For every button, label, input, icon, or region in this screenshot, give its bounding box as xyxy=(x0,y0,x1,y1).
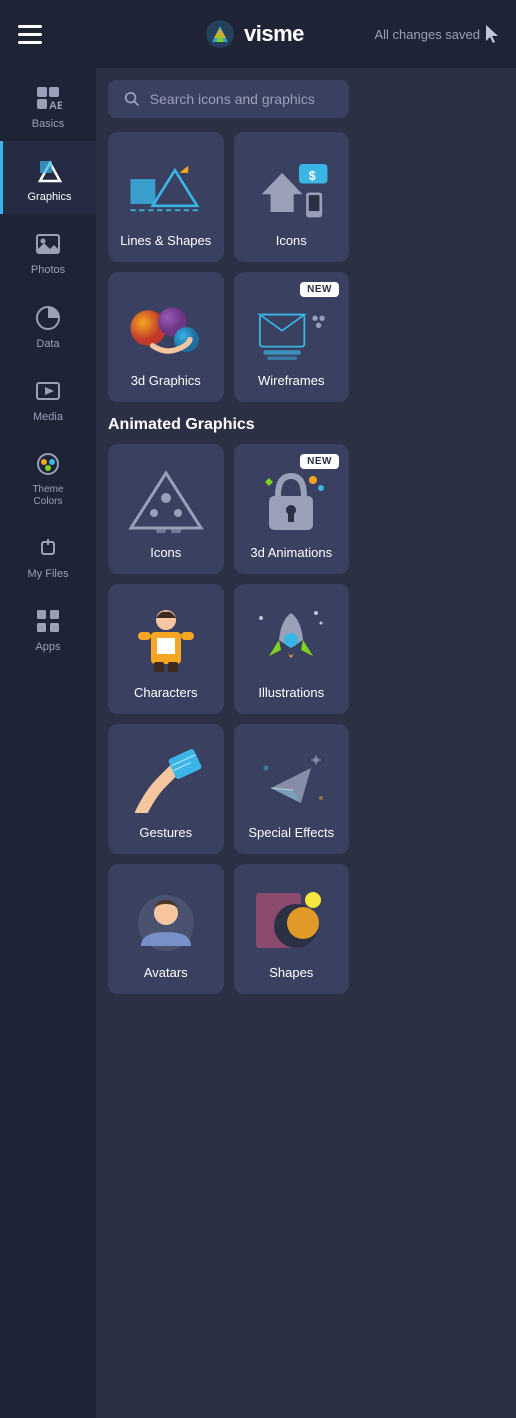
search-icon xyxy=(124,90,140,108)
lines-shapes-image xyxy=(126,153,206,223)
animated-icons-label: Icons xyxy=(150,545,181,560)
animated-icons-image xyxy=(126,465,206,535)
sidebar-item-media-label: Media xyxy=(33,411,63,424)
brand-name: visme xyxy=(244,21,304,47)
logo-bird-icon xyxy=(204,18,236,50)
sidebar-item-data[interactable]: Data xyxy=(0,288,96,361)
animated-icons-card[interactable]: Icons xyxy=(108,444,224,574)
icons-label: Icons xyxy=(276,233,307,248)
icons-card[interactable]: $ Icons xyxy=(234,132,350,262)
shapes-image xyxy=(251,885,331,955)
animated-graphics-title: Animated Graphics xyxy=(108,416,349,434)
content-wrapper: ABC Basics Graphics Photos xyxy=(0,68,361,1418)
sidebar-item-apps[interactable]: Apps xyxy=(0,591,96,664)
3d-animations-badge: NEW xyxy=(300,454,339,469)
cursor-icon xyxy=(486,25,500,43)
sidebar-item-photos-label: Photos xyxy=(31,264,65,277)
animated-graphics-grid: Icons NEW xyxy=(108,444,349,994)
3d-animations-card[interactable]: NEW 3d Animations xyxy=(234,444,350,574)
header: visme All changes saved xyxy=(0,0,516,68)
avatars-label: Avatars xyxy=(144,965,188,980)
brand-logo: visme xyxy=(192,18,304,50)
wireframes-card[interactable]: NEW Wireframes xyxy=(234,272,350,402)
3d-animations-label: 3d Animations xyxy=(250,545,332,560)
svg-text:ABC: ABC xyxy=(49,100,62,112)
3d-animations-image xyxy=(251,465,331,535)
media-icon xyxy=(32,375,64,407)
sidebar: ABC Basics Graphics Photos xyxy=(0,68,96,1418)
sidebar-item-basics-label: Basics xyxy=(32,118,64,131)
wireframes-badge: NEW xyxy=(300,282,339,297)
search-input[interactable] xyxy=(150,91,333,107)
graphics-icon xyxy=(34,155,66,187)
special-effects-card[interactable]: Special Effects xyxy=(234,724,350,854)
search-bar[interactable] xyxy=(108,80,349,118)
photos-icon xyxy=(32,228,64,260)
sidebar-item-basics[interactable]: ABC Basics xyxy=(0,68,96,141)
sidebar-item-graphics[interactable]: Graphics xyxy=(0,141,96,214)
illustrations-card[interactable]: Illustrations xyxy=(234,584,350,714)
hamburger-button[interactable] xyxy=(18,25,42,44)
gestures-image xyxy=(126,745,206,815)
wireframes-image xyxy=(251,293,331,363)
illustrations-label: Illustrations xyxy=(258,685,324,700)
sidebar-item-graphics-label: Graphics xyxy=(27,191,71,204)
lines-shapes-card[interactable]: Lines & Shapes xyxy=(108,132,224,262)
sidebar-item-photos[interactable]: Photos xyxy=(0,214,96,287)
sidebar-item-data-label: Data xyxy=(36,338,59,351)
svg-text:$: $ xyxy=(309,169,316,183)
sidebar-item-my-files[interactable]: My Files xyxy=(0,518,96,591)
my-files-icon xyxy=(32,532,64,564)
sidebar-item-theme-colors[interactable]: ThemeColors xyxy=(0,434,96,518)
lines-shapes-label: Lines & Shapes xyxy=(120,233,211,248)
avatars-card[interactable]: Avatars xyxy=(108,864,224,994)
avatars-image xyxy=(126,885,206,955)
static-graphics-grid: Lines & Shapes $ xyxy=(108,132,349,402)
characters-image xyxy=(126,605,206,675)
special-effects-label: Special Effects xyxy=(248,825,334,840)
illustrations-image xyxy=(251,605,331,675)
save-status: All changes saved xyxy=(374,27,480,42)
characters-card[interactable]: Characters xyxy=(108,584,224,714)
sidebar-item-my-files-label: My Files xyxy=(28,568,69,581)
apps-icon xyxy=(32,605,64,637)
characters-label: Characters xyxy=(134,685,198,700)
main-panel: Lines & Shapes $ xyxy=(96,68,361,1418)
theme-colors-icon xyxy=(32,448,64,480)
sidebar-item-media[interactable]: Media xyxy=(0,361,96,434)
shapes-label: Shapes xyxy=(269,965,313,980)
sidebar-item-theme-colors-label: ThemeColors xyxy=(32,484,63,508)
sidebar-item-apps-label: Apps xyxy=(35,641,60,654)
shapes-card[interactable]: Shapes xyxy=(234,864,350,994)
data-icon xyxy=(32,302,64,334)
basics-icon: ABC xyxy=(32,82,64,114)
icons-image: $ xyxy=(251,153,331,223)
gestures-label: Gestures xyxy=(139,825,192,840)
3d-graphics-card[interactable]: 3d Graphics xyxy=(108,272,224,402)
gestures-card[interactable]: Gestures xyxy=(108,724,224,854)
wireframes-label: Wireframes xyxy=(258,373,324,388)
3d-graphics-image xyxy=(126,293,206,363)
special-effects-image xyxy=(251,745,331,815)
3d-graphics-label: 3d Graphics xyxy=(131,373,201,388)
